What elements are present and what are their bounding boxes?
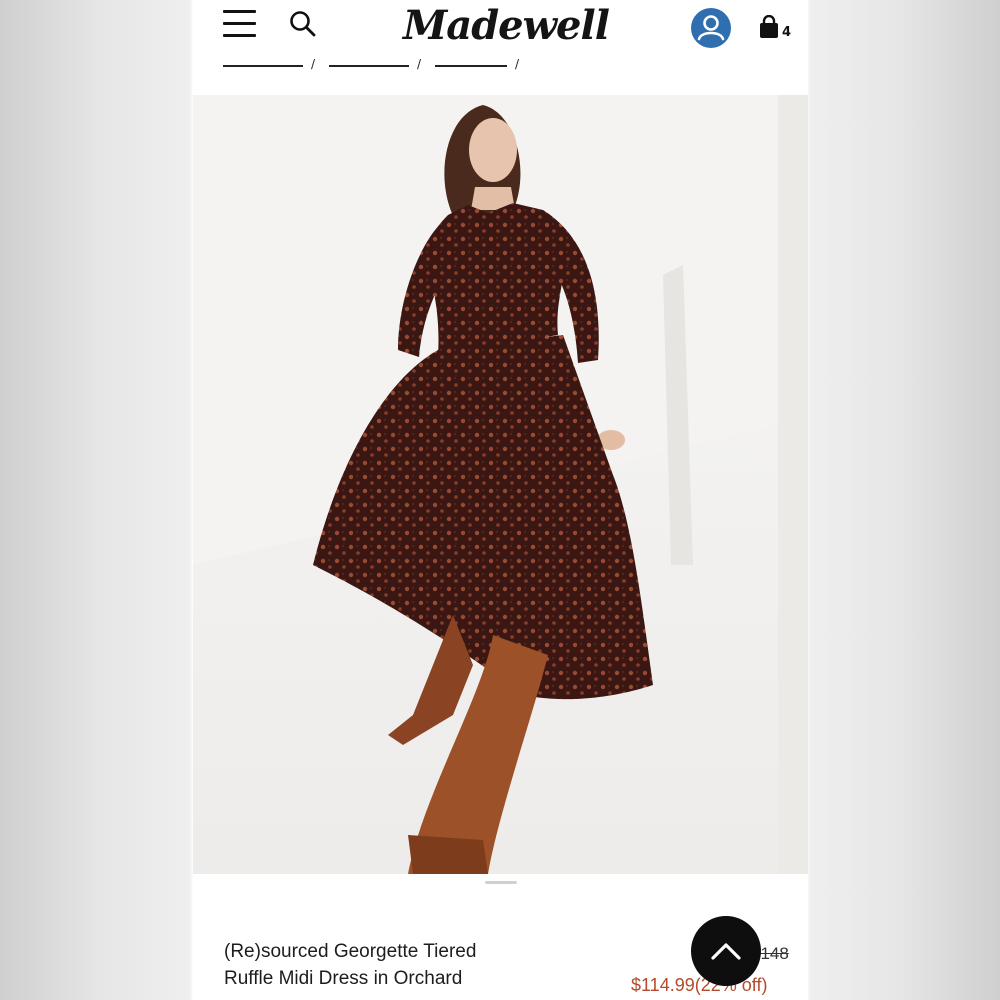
madewell-logo[interactable]: Madewell (403, 0, 610, 52)
product-title-line: Ruffle Midi Dress in Orchard (224, 968, 463, 989)
breadcrumb-link-2[interactable] (329, 65, 409, 67)
sheet-handle[interactable] (485, 881, 517, 884)
product-photo[interactable] (193, 95, 778, 874)
scroll-to-top-button[interactable] (691, 916, 761, 986)
shopping-bag-icon[interactable] (758, 14, 780, 39)
bag-count-badge: 4 (782, 25, 792, 40)
hamburger-menu-icon[interactable] (223, 10, 257, 38)
sale-price-value: $114.99 (631, 975, 695, 995)
product-title: (Re)sourced Georgette Tiered Ruffle Midi… (224, 938, 524, 992)
breadcrumb-separator: / (417, 57, 422, 71)
chevron-up-icon (711, 943, 741, 960)
breadcrumb-separator: / (311, 57, 316, 71)
mobile-page: Madewell 4 / / / (Re)sourced Georgette T… (193, 0, 808, 1000)
next-product-photo-peek[interactable] (778, 95, 808, 874)
site-header: Madewell 4 / / / (193, 0, 808, 71)
breadcrumb-link-1[interactable] (223, 65, 303, 67)
breadcrumb-link-3[interactable] (435, 65, 507, 67)
breadcrumb-separator: / (515, 57, 520, 71)
account-icon[interactable] (691, 8, 731, 48)
search-icon[interactable] (289, 10, 317, 38)
product-title-line: (Re)sourced Georgette Tiered (224, 941, 477, 962)
